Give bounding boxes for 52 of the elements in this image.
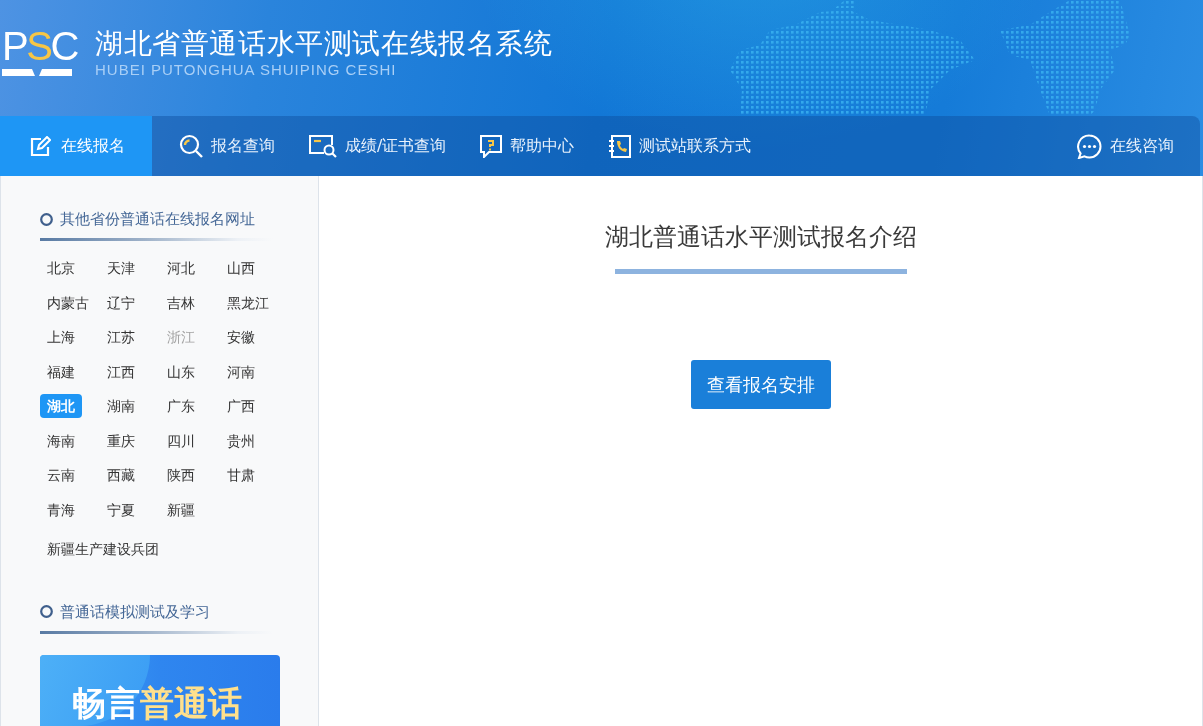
province-link[interactable]: 重庆 bbox=[100, 428, 142, 453]
province-link[interactable]: 天津 bbox=[100, 256, 142, 280]
province-link[interactable]: 河南 bbox=[220, 359, 262, 384]
province-link[interactable]: 西藏 bbox=[100, 463, 142, 487]
section-heading: 其他省份普通话在线报名网址 bbox=[60, 209, 255, 229]
ring-icon bbox=[40, 605, 53, 618]
chat-icon bbox=[1077, 133, 1102, 159]
province-link[interactable]: 上海 bbox=[40, 325, 82, 349]
edit-icon bbox=[30, 135, 51, 157]
province-link[interactable]: 黑龙江 bbox=[220, 290, 276, 315]
search-icon bbox=[179, 134, 203, 158]
province-link[interactable]: 四川 bbox=[160, 428, 202, 453]
province-link[interactable]: 新疆 bbox=[160, 497, 202, 522]
logo-text: PSC bbox=[2, 25, 77, 67]
section-heading: 普通话模拟测试及学习 bbox=[60, 601, 210, 622]
open-book-icon bbox=[2, 69, 72, 76]
page-heading: 湖北普通话水平测试报名介绍 bbox=[604, 222, 917, 252]
province-link[interactable]: 北京 bbox=[40, 256, 82, 280]
document-search-icon bbox=[309, 134, 337, 158]
province-link[interactable]: 福建 bbox=[40, 359, 82, 384]
province-link[interactable]: 广西 bbox=[220, 394, 262, 418]
province-link[interactable]: 陕西 bbox=[160, 463, 202, 487]
province-link[interactable]: 青海 bbox=[40, 497, 82, 522]
province-link[interactable]: 河北 bbox=[160, 256, 202, 280]
province-link[interactable]: 内蒙古 bbox=[40, 290, 96, 315]
province-link[interactable]: 湖南 bbox=[100, 394, 142, 418]
province-link[interactable]: 广东 bbox=[160, 394, 202, 418]
province-link[interactable]: 山西 bbox=[220, 256, 262, 280]
site-title: 湖北省普通话水平测试在线报名系统 bbox=[95, 27, 553, 61]
ring-icon bbox=[40, 212, 53, 226]
nav-tab[interactable]: 成绩/证书查询 bbox=[292, 116, 464, 176]
province-link[interactable]: 云南 bbox=[40, 463, 82, 487]
province-link[interactable]: 新疆生产建设兵团 bbox=[40, 536, 166, 561]
banner-title: 畅言普通话 bbox=[72, 682, 242, 723]
province-link[interactable]: 吉林 bbox=[160, 290, 202, 315]
province-link[interactable]: 贵州 bbox=[220, 428, 262, 453]
province-link[interactable]: 甘肃 bbox=[220, 463, 262, 487]
province-link[interactable]: 安徽 bbox=[220, 325, 262, 349]
nav-tab[interactable]: 帮助中心 bbox=[463, 116, 592, 176]
province-link[interactable]: 海南 bbox=[40, 428, 82, 453]
province-link[interactable]: 江苏 bbox=[100, 325, 142, 349]
notebook-phone-icon bbox=[608, 134, 632, 158]
help-icon bbox=[480, 134, 503, 158]
nav-tab[interactable]: 测试站联系方式 bbox=[591, 116, 769, 176]
province-link[interactable]: 江西 bbox=[100, 359, 142, 384]
province-link[interactable]: 宁夏 bbox=[100, 497, 142, 522]
chat-link[interactable]: 在线咨询 bbox=[1060, 116, 1200, 176]
site-subtitle: HUBEI PUTONGHUA SHUIPING CESHI bbox=[95, 61, 398, 79]
view-schedule-button[interactable]: 查看报名安排 bbox=[690, 360, 831, 409]
province-link[interactable]: 山东 bbox=[160, 359, 202, 384]
province-link[interactable]: 辽宁 bbox=[100, 290, 142, 315]
nav-tab[interactable]: 报名查询 bbox=[162, 116, 292, 176]
